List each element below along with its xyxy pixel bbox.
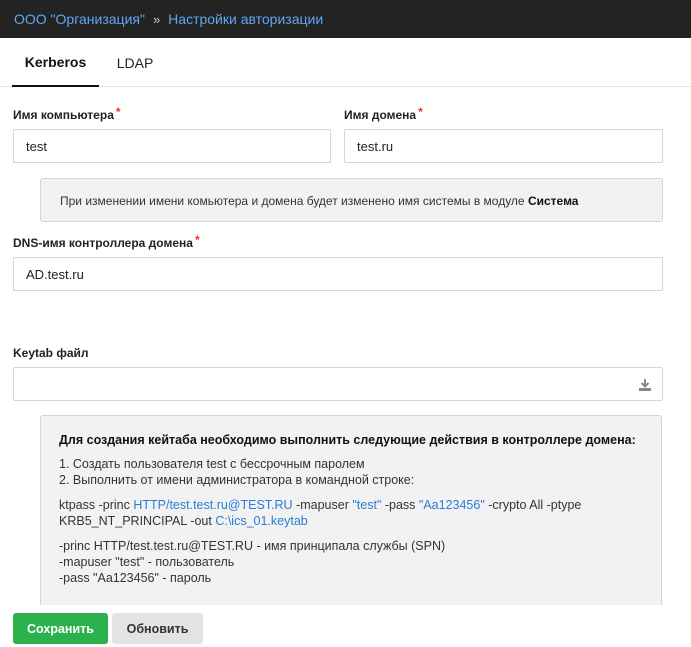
cmd-out: C:\ics_01.keytab [215, 514, 308, 528]
domain-name-input[interactable] [344, 129, 663, 163]
tab-bar: Kerberos LDAP [0, 38, 691, 87]
instructions-header: Для создания кейтаба необходимо выполнит… [59, 433, 636, 447]
note-mapuser: -mapuser "test" - пользователь [59, 555, 235, 569]
save-button[interactable]: Сохранить [13, 613, 108, 644]
info-box: При изменении имени комьютера и домена б… [40, 178, 663, 222]
keytab-file-input[interactable] [13, 367, 663, 401]
domain-name-label-text: Имя домена [344, 108, 417, 122]
domain-name-label: Имя домена * [344, 105, 423, 122]
tab-kerberos[interactable]: Kerberos [12, 38, 99, 87]
keytab-label-text: Keytab файл [13, 346, 89, 360]
download-icon[interactable] [636, 376, 654, 394]
instructions-step-1: 1. Создать пользователя test с бессрочны… [59, 457, 365, 471]
keytab-instructions: Для создания кейтаба необходимо выполнит… [40, 415, 662, 605]
dns-name-label: DNS-имя контроллера домена * [13, 233, 200, 250]
required-mark: * [194, 233, 200, 247]
required-mark: * [115, 105, 121, 119]
cmd-princ: HTTP/test.test.ru@TEST.RU [133, 498, 293, 512]
instructions-step-2: 2. Выполнить от имени администратора в к… [59, 473, 415, 487]
breadcrumb-org-link[interactable]: ООО "Организация" [14, 11, 145, 27]
cmd-user: "test" [352, 498, 382, 512]
computer-name-input[interactable] [13, 129, 331, 163]
refresh-button[interactable]: Обновить [112, 613, 203, 644]
dns-name-input[interactable] [13, 257, 663, 291]
computer-name-label: Имя компьютера * [13, 105, 121, 122]
info-text: При изменении имени комьютера и домена б… [60, 194, 528, 208]
cmd-part: ktpass -princ [59, 498, 134, 512]
breadcrumb-page-link[interactable]: Настройки авторизации [168, 11, 323, 27]
keytab-label: Keytab файл [13, 346, 89, 360]
cmd-pass: "Aa123456" [418, 498, 485, 512]
cmd-part: -pass [381, 498, 419, 512]
note-princ: -princ HTTP/test.test.ru@TEST.RU - имя п… [59, 539, 446, 553]
tab-ldap[interactable]: LDAP [112, 38, 158, 87]
cmd-part: -mapuser [292, 498, 353, 512]
ktpass-command: ktpass -princ HTTP/test.test.ru@TEST.RU … [59, 497, 643, 529]
required-mark: * [418, 105, 423, 119]
note-pass: -pass "Aa123456" - пароль [59, 571, 212, 585]
breadcrumb-separator: » [152, 11, 161, 27]
computer-name-label-text: Имя компьютера [13, 108, 114, 122]
breadcrumb: ООО "Организация" » Настройки авторизаци… [0, 0, 691, 38]
info-bold-text: Система [527, 194, 579, 208]
dns-name-label-text: DNS-имя контроллера домена [13, 236, 193, 250]
